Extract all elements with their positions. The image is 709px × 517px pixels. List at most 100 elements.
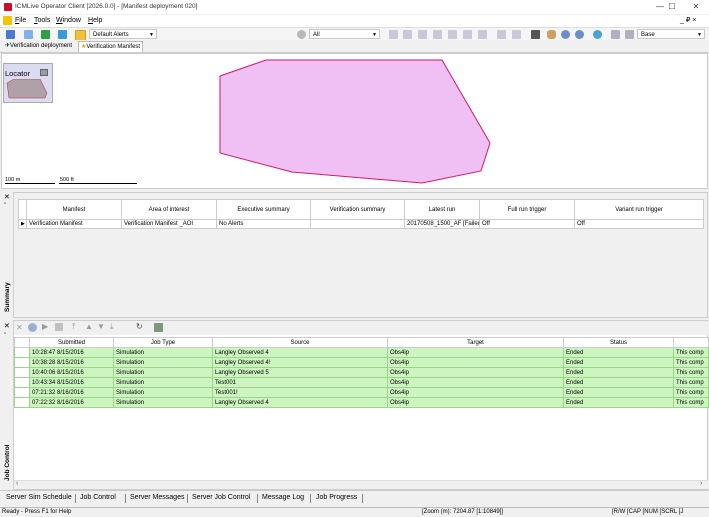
gear-icon[interactable]: [297, 30, 306, 39]
tab-separator: [75, 494, 76, 503]
column-header[interactable]: Full run trigger: [479, 199, 575, 220]
scroll-right-icon[interactable]: ›: [700, 480, 702, 487]
column-header[interactable]: Status: [563, 337, 674, 348]
column-header[interactable]: Target: [387, 337, 564, 348]
column-header[interactable]: Submitted: [29, 337, 114, 348]
column-header[interactable]: Latest run: [404, 199, 480, 220]
select-box-icon[interactable]: [531, 30, 540, 39]
cell: Obs4ip: [387, 377, 564, 388]
move-up-icon[interactable]: ▲: [85, 322, 93, 331]
bottom-panel-tabs: Server Sim Schedule Job Control Server M…: [0, 490, 709, 507]
tab-verification-deployment[interactable]: ✈Verification deployment: [3, 41, 74, 51]
refresh-icon[interactable]: [58, 30, 67, 39]
cell: Simulation: [113, 357, 213, 368]
zoom-out-icon[interactable]: [575, 30, 584, 39]
filter-dropdown[interactable]: All ▼: [309, 29, 380, 39]
table-row[interactable]: 10:38:28 8/15/2016 Simulation Langley Ob…: [14, 357, 709, 368]
cell: Obs4ip: [387, 397, 564, 408]
maximize-button[interactable]: ☐: [661, 2, 683, 12]
table-row[interactable]: 07:21:32 8/16/2016 Simulation Test001! O…: [14, 387, 709, 398]
summary-table: Manifest Area of interest Executive summ…: [18, 199, 704, 229]
tab-job-progress[interactable]: Job Progress: [316, 494, 357, 501]
job-control-side-label: Job Control: [4, 444, 11, 481]
move-down-icon[interactable]: ▼: [97, 322, 105, 331]
summary-close-icon[interactable]: ✕: [4, 193, 10, 201]
tool-icon-2[interactable]: [403, 30, 412, 39]
table-row[interactable]: 07:22:32 8/16/2016 Simulation Langley Ob…: [14, 397, 709, 408]
tool-icon-4[interactable]: [433, 30, 442, 39]
job-horizontal-scrollbar[interactable]: ‹ ›: [14, 480, 708, 489]
cancel-job-icon[interactable]: ✕: [16, 323, 23, 332]
globe-icon[interactable]: [593, 30, 602, 39]
scalebar-metric: [5, 183, 55, 184]
table-row[interactable]: 10:40:06 8/15/2016 Simulation Langley Ob…: [14, 367, 709, 378]
cell: This comp: [673, 347, 709, 358]
cell: Off: [574, 219, 704, 229]
column-header[interactable]: Job Type: [113, 337, 213, 348]
tab-verification-manifest[interactable]: ★Verification Manifest: [78, 41, 144, 52]
tool-icon-7[interactable]: [478, 30, 487, 39]
layers-icon[interactable]: [611, 30, 620, 39]
column-header[interactable]: Manifest: [26, 199, 122, 220]
tab-job-control[interactable]: Job Control: [80, 494, 116, 501]
grid-icon[interactable]: [6, 30, 15, 39]
mdi-controls[interactable]: _ ₽ ×: [680, 16, 696, 24]
menu-file[interactable]: File: [15, 17, 26, 24]
locator-collapse-button[interactable]: [40, 69, 48, 76]
close-button[interactable]: ✕: [685, 2, 707, 12]
run-icon[interactable]: ▶: [42, 322, 48, 331]
summary-pin-icon[interactable]: ▫: [4, 201, 6, 207]
search-map-icon[interactable]: [625, 30, 634, 39]
cell: 10:40:06 8/15/2016: [29, 367, 114, 378]
refresh-jobs-icon[interactable]: ↻: [136, 322, 143, 331]
column-header[interactable]: Verification summary: [310, 199, 405, 220]
table-row[interactable]: ▶ Verification Manifest Verification Man…: [18, 219, 704, 229]
job-control-close-icon[interactable]: ✕: [4, 322, 10, 330]
app-icon: [4, 3, 12, 11]
tool-icon-9[interactable]: [512, 30, 521, 39]
upload-icon[interactable]: [24, 30, 33, 39]
tool-icon-6[interactable]: [463, 30, 472, 39]
cell: Off: [479, 219, 575, 229]
tab-server-sim-schedule[interactable]: Server Sim Schedule: [6, 494, 72, 501]
tool-icon-5[interactable]: [448, 30, 457, 39]
menu-tools[interactable]: Tools: [34, 17, 50, 24]
menu-help[interactable]: Help: [88, 17, 102, 24]
move-bottom-icon[interactable]: ⤓: [110, 322, 114, 332]
column-header[interactable]: Area of interest: [121, 199, 217, 220]
table-row[interactable]: 10:28:47 8/15/2016 Simulation Langley Ob…: [14, 347, 709, 358]
column-header[interactable]: Executive summary: [216, 199, 311, 220]
zoom-in-icon[interactable]: [561, 30, 570, 39]
column-header[interactable]: [673, 337, 709, 348]
cell: 10:28:47 8/15/2016: [29, 347, 114, 358]
tab-separator: [187, 494, 188, 503]
status-flags: [R/W [CAP [NUM [SCRL [J: [612, 509, 684, 515]
column-header[interactable]: Variant run trigger: [574, 199, 704, 220]
move-top-icon[interactable]: ⤒: [72, 322, 76, 332]
cell: Simulation: [113, 347, 213, 358]
base-dropdown[interactable]: Base ▼: [637, 29, 705, 39]
menu-window[interactable]: Window: [56, 17, 81, 24]
row-selector-icon: ▶: [18, 219, 27, 229]
scroll-left-icon[interactable]: ‹: [16, 480, 18, 487]
table-row[interactable]: 10:43:34 8/15/2016 Simulation Test001 Ob…: [14, 377, 709, 388]
job-control-pin-icon[interactable]: ▫: [4, 331, 6, 337]
add-icon[interactable]: [41, 30, 50, 39]
cell: Langley Observed 4: [212, 397, 388, 408]
tab-server-job-control[interactable]: Server Job Control: [192, 494, 250, 501]
grid-job-icon[interactable]: [55, 323, 63, 331]
tool-icon-1[interactable]: [389, 30, 398, 39]
cell: Ended: [563, 347, 674, 358]
globe-job-icon[interactable]: [28, 323, 37, 332]
summary-side-label: Summary: [4, 282, 11, 312]
tab-message-log[interactable]: Message Log: [262, 494, 304, 501]
tab-server-messages[interactable]: Server Messages: [130, 494, 184, 501]
column-header[interactable]: Source: [212, 337, 388, 348]
map-view[interactable]: [1, 53, 708, 189]
pan-hand-icon[interactable]: [547, 30, 556, 39]
tool-icon-3[interactable]: [418, 30, 427, 39]
tool-icon-8[interactable]: [497, 30, 506, 39]
server-icon[interactable]: [154, 323, 163, 332]
alerts-dropdown[interactable]: Default Alerts ▼: [89, 29, 157, 39]
title-bar: ICMLive Operator Client [2026.0.0] - [Ma…: [0, 0, 709, 14]
